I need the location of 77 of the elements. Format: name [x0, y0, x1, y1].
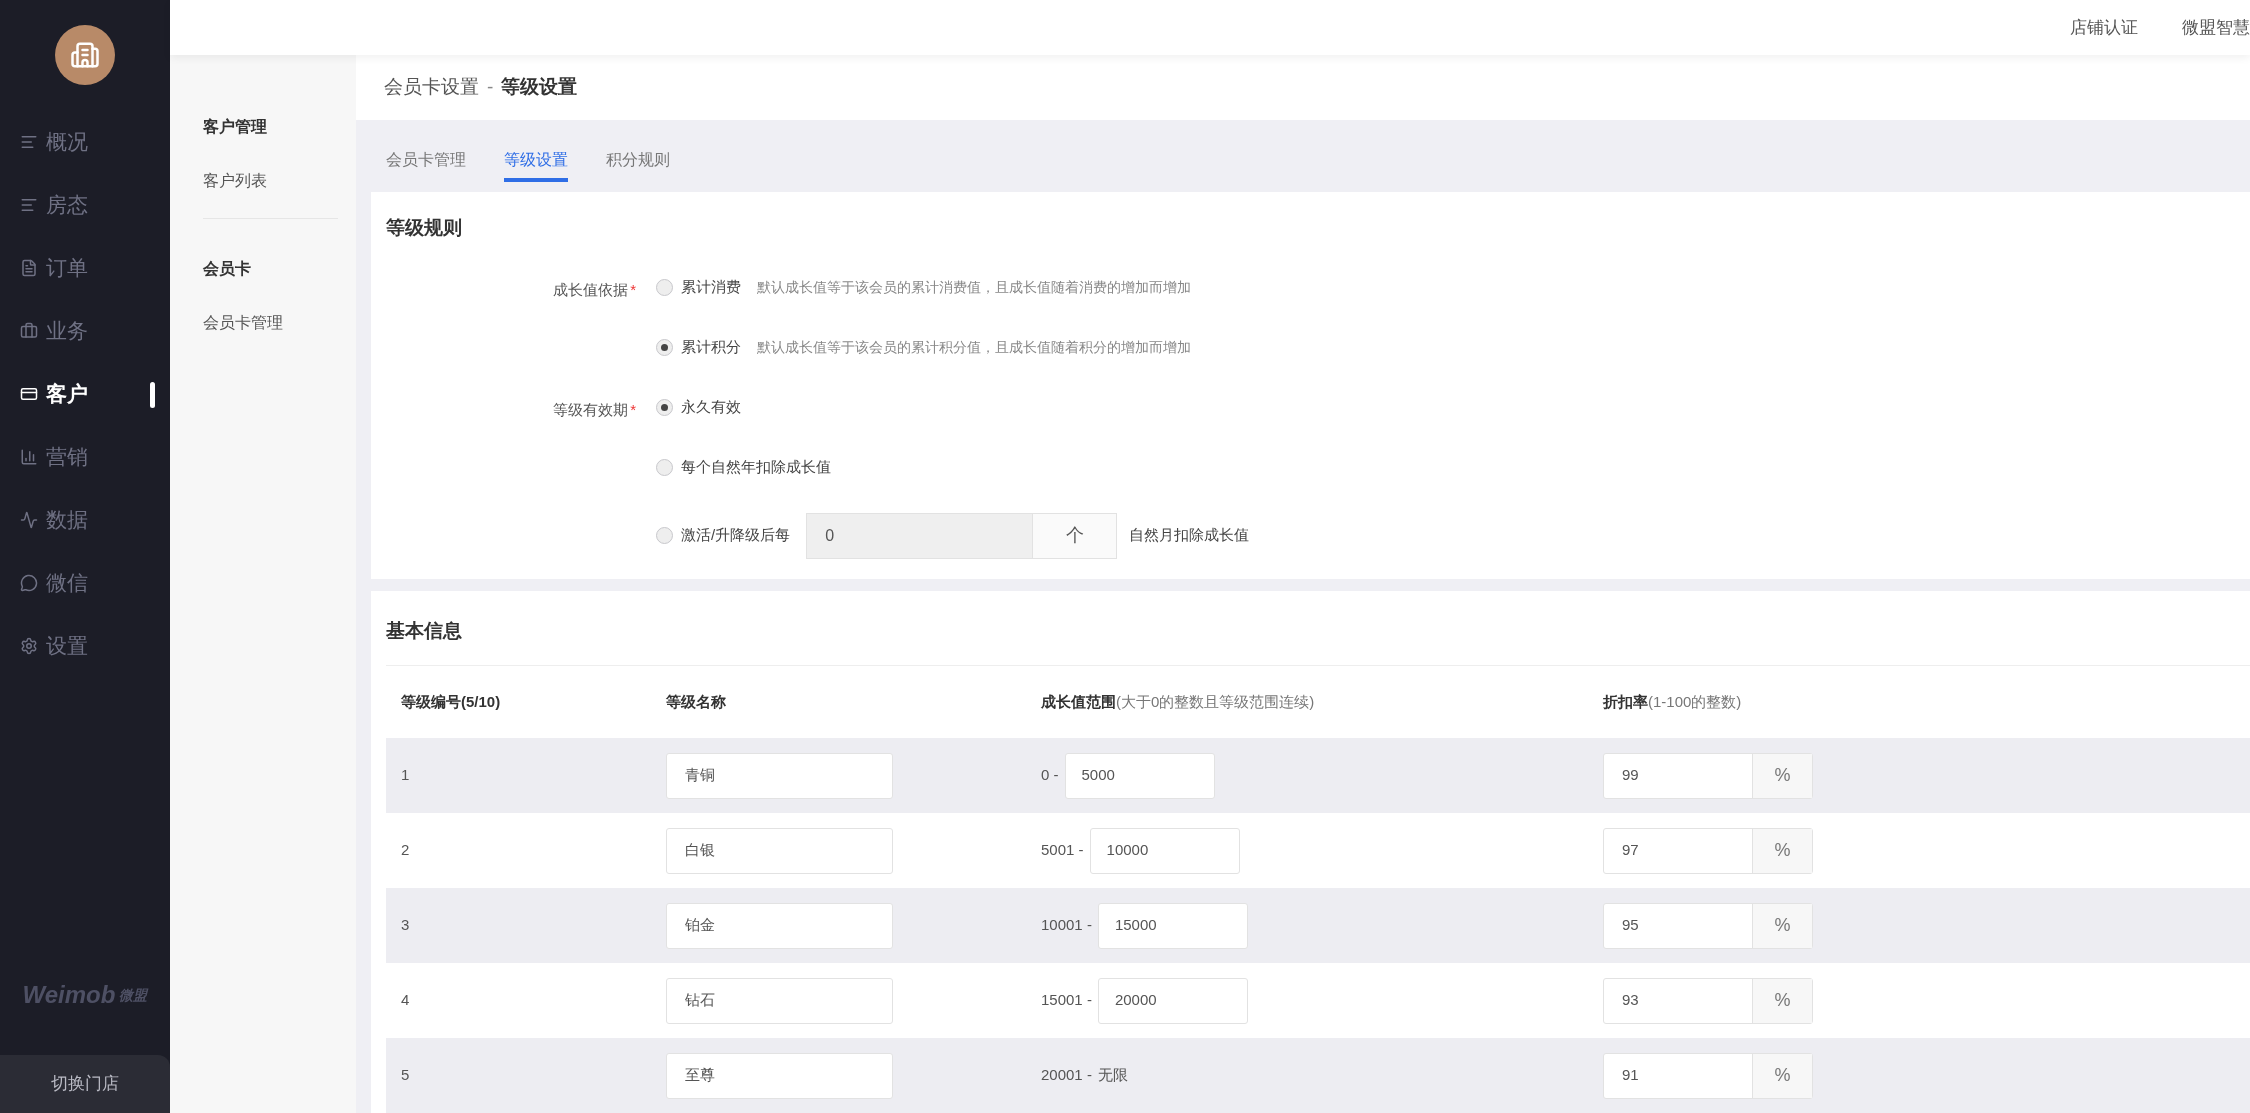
- level-name-input[interactable]: 青铜: [666, 752, 893, 799]
- table-cell: 1: [401, 766, 410, 784]
- range-from: 10001 -: [1041, 915, 1092, 936]
- table-cell: 4: [401, 991, 410, 1009]
- sidebar-item[interactable]: 设置: [20, 629, 88, 662]
- radio-label[interactable]: 累计消费: [681, 276, 741, 299]
- range-to-input[interactable]: 5000: [1064, 752, 1215, 799]
- tab[interactable]: 积分规则: [606, 148, 670, 182]
- range-from: 0 -: [1041, 765, 1059, 786]
- table-cell: 5: [401, 1066, 410, 1084]
- sidebar-item[interactable]: 概况: [20, 125, 88, 158]
- level-name-input[interactable]: 铂金: [666, 902, 893, 949]
- logo-icon: [55, 25, 115, 85]
- discount-input[interactable]: 99 %: [1603, 752, 1813, 799]
- nav-group-title: 会员卡: [203, 259, 252, 279]
- sidebar-item[interactable]: 营销: [20, 440, 88, 473]
- menu-icon: [20, 510, 38, 529]
- level-name-input[interactable]: 白银: [666, 827, 893, 874]
- sidebar-item[interactable]: 客户: [20, 377, 88, 410]
- range-from: 15001 -: [1041, 990, 1092, 1011]
- range-to-input[interactable]: 10000: [1089, 827, 1240, 874]
- sidebar-item[interactable]: 数据: [20, 503, 88, 536]
- menu-icon: [20, 447, 38, 466]
- tab[interactable]: 等级设置: [504, 148, 568, 182]
- active-indicator: [150, 382, 155, 408]
- radio-label[interactable]: 累计积分: [681, 336, 741, 359]
- radio-button[interactable]: [656, 279, 673, 296]
- radio-label[interactable]: 每个自然年扣除成长值: [681, 456, 831, 479]
- column-header: 等级编号(5/10): [401, 692, 501, 710]
- range-from: 20001 -: [1041, 1065, 1092, 1086]
- field-label: 等级有效期*: [553, 399, 636, 420]
- section-title: 等级规则: [386, 216, 463, 240]
- option-suffix: 自然月扣除成长值: [1129, 525, 1250, 546]
- tab[interactable]: 会员卡管理: [386, 148, 466, 182]
- months-input[interactable]: 0 个: [806, 512, 1118, 559]
- range-to-input[interactable]: 15000: [1097, 902, 1248, 949]
- menu-icon: [20, 258, 38, 277]
- sub-nav-item[interactable]: 客户列表: [203, 169, 338, 193]
- discount-input[interactable]: 93 %: [1603, 977, 1813, 1024]
- radio-button[interactable]: [656, 459, 673, 476]
- option-hint: 默认成长值等于该会员的累计消费值，且成长值随着消费的增加而增加: [757, 278, 1191, 297]
- discount-input[interactable]: 97 %: [1603, 827, 1813, 874]
- top-link[interactable]: 微盟智慧: [2182, 14, 2250, 41]
- sidebar-item[interactable]: 房态: [20, 188, 88, 221]
- option-hint: 默认成长值等于该会员的累计积分值，且成长值随着积分的增加而增加: [757, 338, 1191, 357]
- breadcrumb-current: 等级设置: [501, 75, 578, 100]
- breadcrumb-separator: -: [487, 75, 494, 100]
- sub-nav-item[interactable]: 会员卡管理: [203, 311, 338, 335]
- nav-group-title: 客户管理: [203, 117, 268, 137]
- discount-input[interactable]: 91 %: [1603, 1052, 1813, 1099]
- radio-label[interactable]: 激活/升降级后每: [681, 524, 791, 547]
- level-name-input[interactable]: 至尊: [666, 1052, 893, 1099]
- section-title: 基本信息: [386, 618, 463, 643]
- table-cell: 2: [401, 841, 410, 859]
- field-label: 成长值依据*: [553, 279, 636, 300]
- switch-store-button[interactable]: 切换门店: [0, 1055, 170, 1113]
- brand-logo-text: 微盟: [119, 985, 148, 1005]
- radio-button[interactable]: [656, 527, 673, 544]
- sidebar-item[interactable]: 微信: [20, 566, 88, 599]
- radio-button[interactable]: [656, 399, 673, 416]
- discount-input[interactable]: 95 %: [1603, 902, 1813, 949]
- menu-icon: [20, 636, 38, 655]
- range-to-input[interactable]: 20000: [1097, 977, 1248, 1024]
- top-link[interactable]: 店铺认证: [2070, 14, 2138, 41]
- level-name-input[interactable]: 钻石: [666, 977, 893, 1024]
- column-header: 成长值范围(大于0的整数且等级范围连续): [1041, 692, 1315, 710]
- breadcrumb-parent[interactable]: 会员卡设置: [384, 73, 479, 102]
- range-from: 5001 -: [1041, 840, 1084, 861]
- range-to: 无限: [1097, 1065, 1128, 1086]
- column-header: 等级名称: [666, 692, 726, 710]
- radio-button[interactable]: [656, 339, 673, 356]
- radio-label[interactable]: 永久有效: [681, 396, 741, 419]
- table-cell: 3: [401, 916, 410, 934]
- column-header: 折扣率(1-100的整数): [1603, 692, 1742, 710]
- brand-logo: Weimob: [22, 980, 116, 1010]
- menu-icon: [20, 573, 38, 592]
- menu-icon: [20, 321, 38, 340]
